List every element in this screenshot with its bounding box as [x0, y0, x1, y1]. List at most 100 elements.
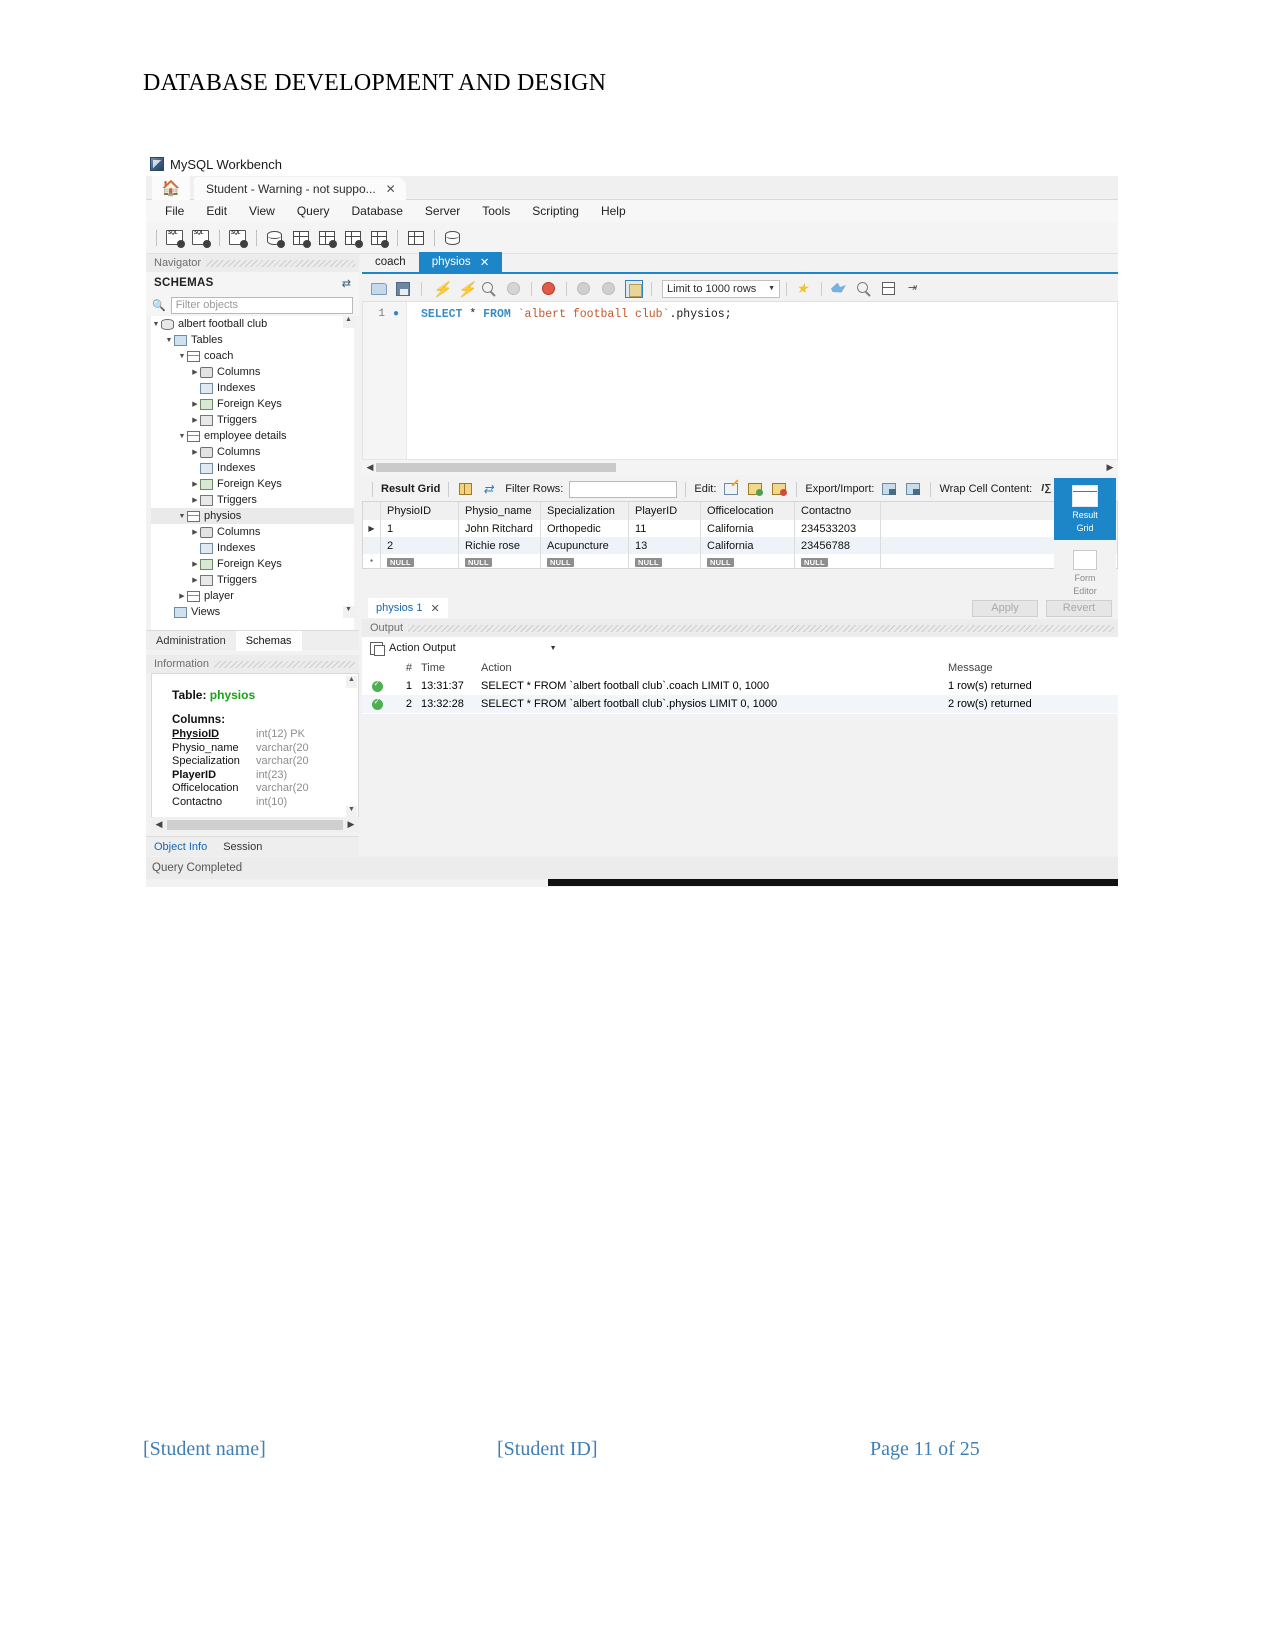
- close-icon[interactable]: ✕: [430, 602, 439, 615]
- connection-tab[interactable]: Student - Warning - not suppo... ✕: [194, 177, 406, 200]
- info-scroll-up-icon[interactable]: ▲: [346, 676, 357, 688]
- table-cell[interactable]: John Ritchard: [459, 520, 541, 537]
- auto-commit-icon[interactable]: [623, 279, 645, 299]
- output-row[interactable]: 2 13:32:28 SELECT * FROM `albert football …: [362, 695, 1118, 713]
- wrap-lines-icon[interactable]: ⇥: [903, 279, 925, 299]
- tab-administration[interactable]: Administration: [146, 631, 236, 651]
- menu-item-help[interactable]: Help: [590, 202, 637, 220]
- connect-to-database-icon[interactable]: [226, 227, 250, 249]
- menu-item-query[interactable]: Query: [286, 202, 341, 220]
- table-row[interactable]: * NULL NULL NULL NULL NULL NULL: [363, 554, 1117, 568]
- scrollbar-thumb[interactable]: [167, 819, 343, 830]
- menu-item-file[interactable]: File: [154, 202, 195, 220]
- chevron-right-icon[interactable]: ▶: [190, 448, 200, 456]
- table-row[interactable]: ▶ 1 John Ritchard Orthopedic 11 California 234…: [363, 520, 1117, 537]
- scroll-left-icon[interactable]: ◀: [153, 819, 165, 830]
- table-cell[interactable]: 1: [381, 520, 459, 537]
- tree-item-foreign-keys[interactable]: ▶ Foreign Keys: [151, 396, 354, 412]
- tree-item-player[interactable]: ▶ player: [151, 588, 354, 604]
- menu-item-server[interactable]: Server: [414, 202, 471, 220]
- editor-tab-physios[interactable]: physios ✕: [418, 252, 503, 272]
- tree-item-tables[interactable]: ▼ Tables: [151, 332, 354, 348]
- table-row[interactable]: 2 Richie rose Acupuncture 13 California 23456…: [363, 537, 1117, 554]
- new-schema-icon[interactable]: [263, 227, 287, 249]
- execute-current-statement-icon[interactable]: ⚡: [453, 279, 475, 299]
- table-cell[interactable]: 2: [381, 537, 459, 554]
- chevron-right-icon[interactable]: ▶: [190, 496, 200, 504]
- table-cell[interactable]: 13: [629, 537, 701, 554]
- chevron-right-icon[interactable]: ▶: [190, 416, 200, 424]
- row-selector[interactable]: *: [363, 554, 381, 568]
- tree-item-triggers[interactable]: ▶ Triggers: [151, 412, 354, 428]
- explain-icon[interactable]: [478, 279, 500, 299]
- tree-item-employee-details[interactable]: ▼ employee details: [151, 428, 354, 444]
- menu-item-scripting[interactable]: Scripting: [521, 202, 590, 220]
- tree-item-columns[interactable]: ▶ Columns: [151, 524, 354, 540]
- column-header-playerid[interactable]: PlayerID: [629, 502, 701, 520]
- chevron-down-icon[interactable]: ▼: [164, 337, 174, 344]
- table-cell[interactable]: California: [701, 520, 795, 537]
- tree-scroll-down-icon[interactable]: ▼: [343, 606, 354, 618]
- tab-session[interactable]: Session: [215, 837, 270, 857]
- table-cell[interactable]: 11: [629, 520, 701, 537]
- table-cell[interactable]: NULL: [701, 554, 795, 568]
- result-set-tab[interactable]: physios 1 ✕: [368, 598, 448, 618]
- commit-icon[interactable]: [573, 279, 595, 299]
- menu-item-tools[interactable]: Tools: [471, 202, 521, 220]
- table-cell[interactable]: California: [701, 537, 795, 554]
- column-header-specialization[interactable]: Specialization: [541, 502, 629, 520]
- beautify-icon[interactable]: ★: [793, 279, 815, 299]
- menu-item-database[interactable]: Database: [341, 202, 414, 220]
- chevron-right-icon[interactable]: ▶: [177, 592, 187, 600]
- row-selector[interactable]: [363, 537, 381, 554]
- editor-tab-coach[interactable]: coach: [362, 252, 419, 272]
- tree-item-indexes[interactable]: Indexes: [151, 380, 354, 396]
- refresh-icon[interactable]: ⇄: [342, 277, 351, 290]
- new-function-icon[interactable]: [367, 227, 391, 249]
- tree-item-triggers[interactable]: ▶ Triggers: [151, 572, 354, 588]
- chevron-down-icon[interactable]: ▼: [177, 353, 187, 360]
- export-recordset-icon[interactable]: [880, 481, 898, 497]
- tree-item-coach[interactable]: ▼ coach: [151, 348, 354, 364]
- table-cell[interactable]: NULL: [381, 554, 459, 568]
- information-horizontal-scrollbar[interactable]: ◀ ▶: [151, 817, 359, 832]
- result-grid[interactable]: PhysioID Physio_name Specialization Play…: [362, 501, 1118, 569]
- table-cell[interactable]: NULL: [629, 554, 701, 568]
- chevron-down-icon[interactable]: ▼: [550, 645, 557, 652]
- chevron-down-icon[interactable]: ▼: [177, 513, 187, 520]
- table-cell[interactable]: 23456788: [795, 537, 881, 554]
- column-header-physio-name[interactable]: Physio_name: [459, 502, 541, 520]
- stop-icon[interactable]: [503, 279, 525, 299]
- menu-item-edit[interactable]: Edit: [195, 202, 238, 220]
- scroll-right-icon[interactable]: ▶: [345, 819, 357, 830]
- column-header-contactno[interactable]: Contactno: [795, 502, 881, 520]
- tree-scroll-up-icon[interactable]: ▲: [343, 316, 354, 328]
- chevron-right-icon[interactable]: ▶: [190, 368, 200, 376]
- chevron-down-icon[interactable]: ▼: [177, 433, 187, 440]
- toggle-breakpoint-icon[interactable]: [538, 279, 560, 299]
- new-procedure-icon[interactable]: [341, 227, 365, 249]
- code-horizontal-scrollbar[interactable]: ◀ ▶: [362, 460, 1118, 475]
- edit-row-icon[interactable]: [722, 481, 740, 497]
- reconnect-dbms-icon[interactable]: [441, 227, 465, 249]
- sql-code-editor[interactable]: 1 ● SELECT * FROM `albert football club`…: [362, 302, 1118, 460]
- tree-item-foreign-keys[interactable]: ▶ Foreign Keys: [151, 556, 354, 572]
- chevron-right-icon[interactable]: ▶: [190, 576, 200, 584]
- tree-item-triggers[interactable]: ▶ Triggers: [151, 492, 354, 508]
- find-icon[interactable]: [853, 279, 875, 299]
- revert-button[interactable]: Revert: [1046, 599, 1112, 617]
- tree-item-foreign-keys[interactable]: ▶ Foreign Keys: [151, 476, 354, 492]
- close-icon[interactable]: ✕: [480, 255, 490, 269]
- tab-schemas[interactable]: Schemas: [235, 630, 302, 651]
- tree-item-indexes[interactable]: Indexes: [151, 460, 354, 476]
- open-script-icon[interactable]: [368, 279, 390, 299]
- refresh-icon[interactable]: ⇄: [481, 481, 499, 497]
- scroll-right-icon[interactable]: ▶: [1104, 462, 1116, 473]
- tree-item-columns[interactable]: ▶ Columns: [151, 364, 354, 380]
- tree-item-indexes[interactable]: Indexes: [151, 540, 354, 556]
- table-cell[interactable]: NULL: [459, 554, 541, 568]
- column-header-officelocation[interactable]: Officelocation: [701, 502, 795, 520]
- row-selector[interactable]: ▶: [363, 520, 381, 537]
- search-data-icon[interactable]: [404, 227, 428, 249]
- save-script-icon[interactable]: [393, 279, 415, 299]
